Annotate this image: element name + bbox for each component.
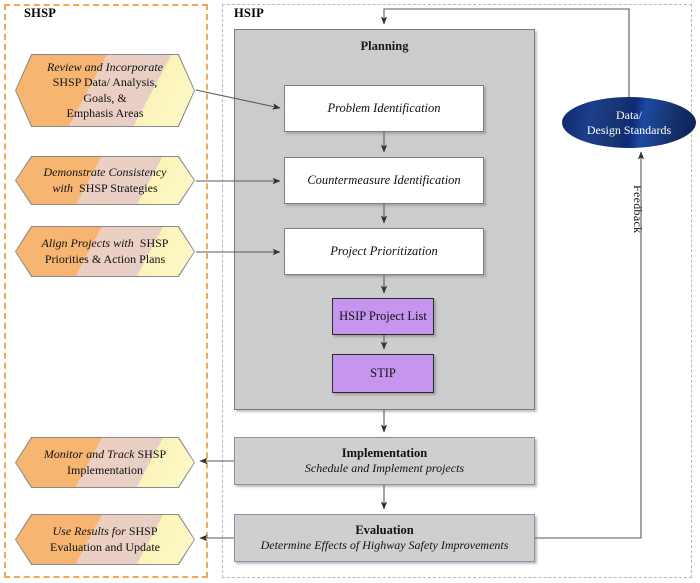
- callout-4-line1-italic: Monitor and Track: [43, 447, 135, 462]
- output-stip[interactable]: STIP: [332, 354, 434, 393]
- data-node-line1: Data/: [615, 108, 642, 123]
- stage-implementation-subtitle: Schedule and Implement projects: [304, 461, 465, 476]
- callout-4-line2: Implementation: [67, 462, 143, 477]
- callout-2-line1: Demonstrate Consistency: [43, 165, 167, 180]
- callout-1-line4: Emphasis Areas: [66, 105, 144, 120]
- callout-demonstrate-consistency[interactable]: Demonstrate Consistency with SHSP Strate…: [16, 157, 194, 204]
- callout-3-line2: Priorities & Action Plans: [44, 251, 166, 266]
- callout-review-incorporate[interactable]: Review and Incorporate SHSP Data/ Analys…: [16, 55, 194, 126]
- stage-implementation-title: Implementation: [341, 445, 428, 460]
- swimlane-shsp-label: SHSP: [24, 6, 57, 20]
- node-data-design-standards[interactable]: Data/ Design Standards: [562, 97, 696, 148]
- feedback-label: Feedback: [631, 185, 645, 234]
- swimlane-hsip-label: HSIP: [234, 6, 264, 20]
- process-problem-identification[interactable]: Problem Identification: [284, 85, 484, 132]
- callout-5-line1-italic: Use Results for: [52, 524, 126, 539]
- callout-use-results[interactable]: Use Results for SHSP Evaluation and Upda…: [16, 515, 194, 564]
- data-node-line2: Design Standards: [586, 122, 672, 137]
- callout-2-line2: SHSP Strategies: [73, 180, 158, 195]
- callout-1-line1: Review and Incorporate: [47, 59, 163, 74]
- process-countermeasure-identification[interactable]: Countermeasure Identification: [284, 157, 484, 204]
- callout-align-projects[interactable]: Align Projects with SHSP Priorities & Ac…: [16, 227, 194, 276]
- callout-5-line2: Evaluation and Update: [50, 539, 160, 554]
- stage-evaluation-subtitle: Determine Effects of Highway Safety Impr…: [260, 538, 509, 553]
- stage-evaluation-title: Evaluation: [355, 522, 414, 537]
- callout-1-line2: SHSP Data/ Analysis,: [52, 75, 158, 90]
- diagram-canvas: SHSP HSIP Planning Problem Identificatio…: [0, 0, 700, 583]
- callout-4-line1: SHSP: [134, 447, 167, 462]
- stage-implementation[interactable]: Implementation Schedule and Implement pr…: [234, 437, 535, 485]
- stage-evaluation[interactable]: Evaluation Determine Effects of Highway …: [234, 514, 535, 562]
- callout-2-line2-italic: with: [52, 180, 74, 195]
- callout-1-line3: Goals, &: [83, 90, 127, 105]
- callout-3-line1: SHSP: [133, 236, 169, 251]
- planning-title: Planning: [360, 39, 409, 53]
- callout-5-line1: SHSP: [125, 524, 158, 539]
- callout-monitor-track[interactable]: Monitor and Track SHSP Implementation: [16, 438, 194, 487]
- callout-3-line1-italic: Align Projects with: [41, 236, 134, 251]
- process-project-prioritization[interactable]: Project Prioritization: [284, 228, 484, 275]
- output-hsip-project-list[interactable]: HSIP Project List: [332, 298, 434, 335]
